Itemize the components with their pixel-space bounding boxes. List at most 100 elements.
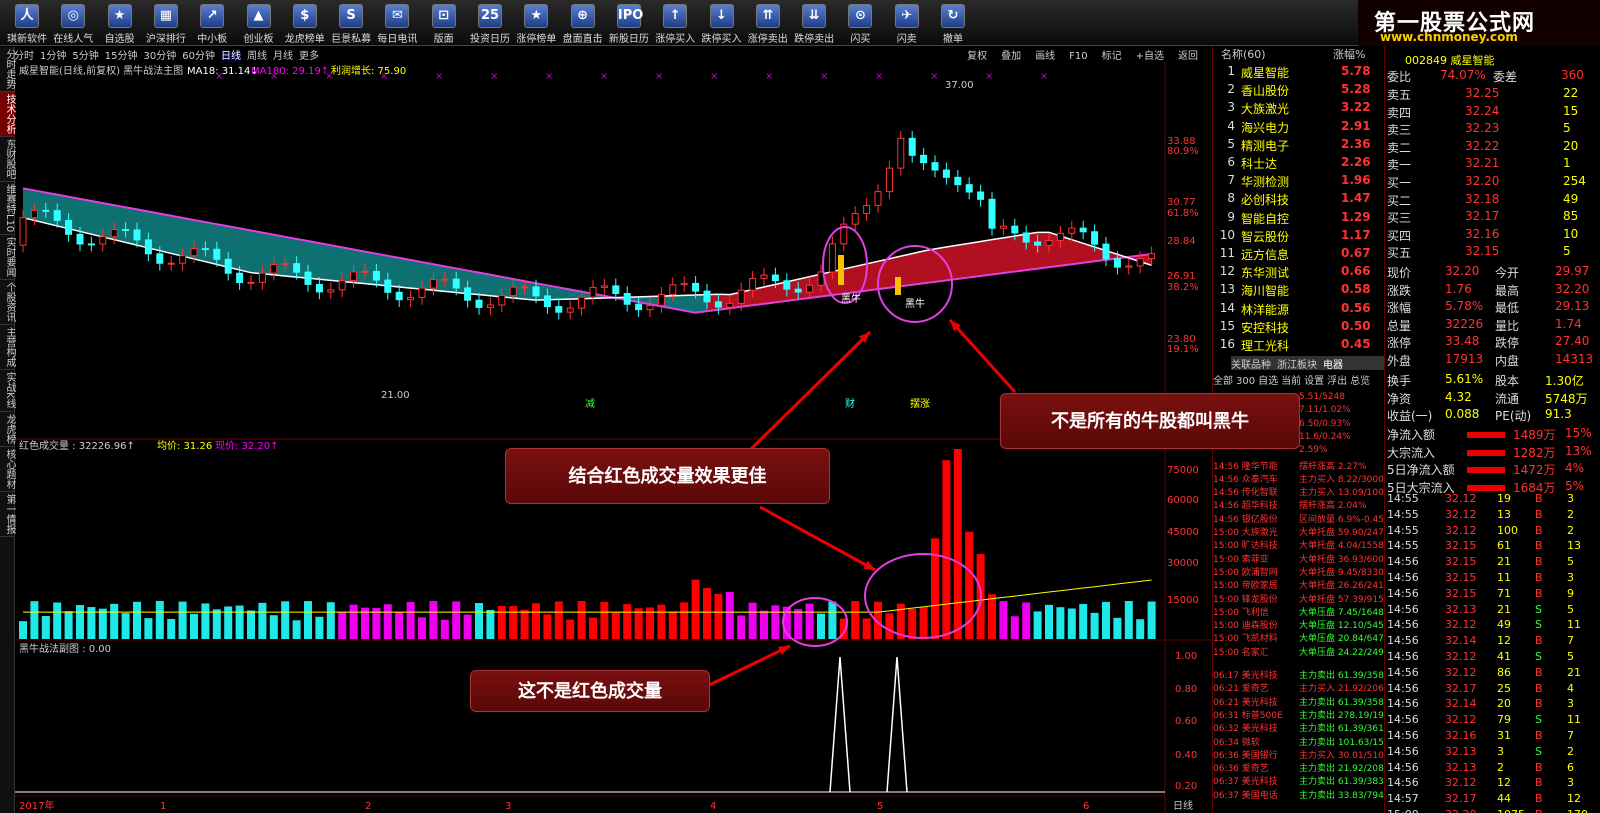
period-tab-8[interactable]: 月线 [273,51,293,62]
subtab-0[interactable]: 全部 [1213,376,1233,387]
toolbar-button-7[interactable]: S 巨景私募 [328,2,374,45]
period-tab-5[interactable]: 60分钟 [182,51,215,62]
leftnav-item-0[interactable]: 分时走势 [0,47,15,92]
period-tab-2[interactable]: 5分钟 [72,51,98,62]
subtab-6[interactable]: 总览 [1350,376,1370,387]
news-desc: 11.6/0.24% [1299,431,1351,442]
chart-tool-4[interactable]: 标记 [1102,51,1122,62]
header-change[interactable]: 涨幅% [1333,46,1365,62]
volume-bar [748,602,757,639]
stat-row-cell: 总量 [1387,318,1412,333]
leftnav-item-2[interactable]: 东财股吧 [0,137,15,182]
stat-row: 总量 32226 量比 1.74 [1385,317,1600,335]
toolbar-button-17[interactable]: ⇊ 跌停卖出 [791,2,837,45]
toolbar-button-18[interactable]: ⊙ 闪买 [837,2,883,45]
leftnav-item-10[interactable]: 第一情报 [0,492,15,537]
stock-no: 13 [1219,282,1235,297]
stock-title: 威星智能(日线,前复权) 黑牛战法主图 [19,64,183,77]
leftnav-item-7[interactable]: 实战K线 [0,370,15,412]
leftnav-item-9[interactable]: 核心题材 [0,447,15,492]
list-tab-0[interactable]: 关联品种 [1231,360,1271,371]
tick-cell: 14:56 [1387,618,1419,632]
period-tab-7[interactable]: 周线 [247,51,267,62]
leftnav-item-4[interactable]: 实时要闻 [0,235,15,281]
period-tab-4[interactable]: 30分钟 [143,51,176,62]
toolbar-button-11[interactable]: ★ 涨停榜单 [513,2,559,45]
toolbar-button-6[interactable]: $ 龙虎榜单 [282,2,328,45]
stock-row[interactable]: 5 精测电子 2.36 [1217,137,1383,155]
stock-row[interactable]: 3 大族激光 3.22 [1217,100,1383,118]
volume-bar [190,613,198,639]
news-row: 15:00 锋龙股份 大单托盘 57.39/915 [1213,592,1385,605]
stock-row[interactable]: 7 华测检测 1.96 [1217,173,1383,191]
list-tab-1[interactable]: 浙江板块 [1277,360,1317,371]
toolbar-button-12[interactable]: ⊕ 盘面直击 [560,2,606,45]
toolbar-button-9[interactable]: ⊡ 版面 [421,2,467,45]
top-mark-1: × [270,71,278,82]
stock-row[interactable]: 11 远方信息 0.67 [1217,246,1383,264]
stock-row[interactable]: 6 科士达 2.26 [1217,155,1383,173]
stock-name: 科士达 [1241,157,1278,171]
stock-row[interactable]: 4 海兴电力 2.91 [1217,119,1383,137]
chart-tool-5[interactable]: +自选 [1136,51,1164,62]
toolbar-button-13[interactable]: IPO 新股日历 [606,2,652,45]
volume-bar [532,603,540,639]
subtab-3[interactable]: 当前 [1281,376,1301,387]
toolbar-button-16[interactable]: ⇈ 涨停卖出 [745,2,791,45]
toolbar-button-3[interactable]: ▦ 沪深排行 [143,2,189,45]
subtab-5[interactable]: 浮出 [1327,376,1347,387]
toolbar-button-20[interactable]: ↻ 撤单 [930,2,976,45]
chart-tool-3[interactable]: F10 [1069,51,1087,62]
chart-tool-0[interactable]: 复权 [967,51,987,62]
top-mark-5: × [490,71,498,82]
toolbar-button-4[interactable]: ↗ 中小板 [189,2,235,45]
toolbar-button-15[interactable]: ↓ 跌停买入 [699,2,745,45]
toolbar-button-19[interactable]: ✈ 闪卖 [884,2,930,45]
subtab-4[interactable]: 设置 [1304,376,1324,387]
volume-bar [304,601,312,639]
period-tab-3[interactable]: 15分钟 [105,51,138,62]
toolbar-button-0[interactable]: 人琪新软件 [4,2,50,45]
leftnav-item-5[interactable]: 个股资讯 [0,280,15,326]
volume-bar [372,608,381,639]
chart-tool-1[interactable]: 叠加 [1001,51,1021,62]
period-tab-9[interactable]: 更多 [299,51,319,62]
stock-row[interactable]: 14 林洋能源 0.56 [1217,301,1383,319]
leftnav-item-6[interactable]: 主营构成 [0,325,15,371]
stock-row[interactable]: 1 威星智能 5.78 [1217,64,1383,82]
toolbar-button-8[interactable]: ✉ 每日电讯 [374,2,420,45]
stock-row[interactable]: 10 智云股份 1.17 [1217,228,1383,246]
volume-bar [121,613,130,639]
list-tab-2[interactable]: 电器 [1323,360,1343,371]
stock-row[interactable]: 16 理工光科 0.45 [1217,337,1383,355]
tick-cell: 32.17 [1445,681,1477,695]
period-tab-1[interactable]: 1分钟 [40,51,66,62]
toolbar-button-14[interactable]: ↑ 涨停买入 [652,2,698,45]
toolbar-button-5[interactable]: ▲ 创业板 [236,2,282,45]
leftnav-item-8[interactable]: 龙虎榜 [0,412,15,447]
period-tab-6[interactable]: 日线 [220,51,241,62]
header-name[interactable]: 名称(60) [1221,48,1266,61]
stock-row[interactable]: 13 海川智能 0.58 [1217,282,1383,300]
chart-tool-6[interactable]: 返回 [1178,51,1198,62]
tick-cell: 14:56 [1387,713,1419,727]
leftnav-item-1[interactable]: 技术分析 [0,92,15,137]
stat-row-cell: 32226 [1445,316,1484,331]
chart-tool-2[interactable]: 画线 [1035,51,1055,62]
leftnav-item-3[interactable]: 维赛特L10 [0,182,15,236]
toolbar-button-1[interactable]: ◎ 在线人气 [50,2,96,45]
period-tab-0[interactable]: 分时 [14,51,34,62]
candle [201,248,209,251]
stock-row[interactable]: 15 安控科技 0.50 [1217,319,1383,337]
stock-row[interactable]: 8 必创科技 1.47 [1217,191,1383,209]
subtab-1[interactable]: 300 [1236,376,1255,387]
stock-row[interactable]: 12 东华测试 0.66 [1217,264,1383,282]
toolbar-button-10[interactable]: 25 投资日历 [467,2,513,45]
subtab-2[interactable]: 自选 [1258,376,1278,387]
candle [53,210,61,221]
stock-row[interactable]: 2 香山股份 5.28 [1217,82,1383,100]
news-stock: 15:00 飞利信 [1213,607,1269,618]
stock-row[interactable]: 9 智能自控 1.29 [1217,210,1383,228]
news2-row: 06:31 标普500E 主力卖出 278.19/19120 [1213,708,1385,721]
toolbar-button-2[interactable]: ★ 自选股 [97,2,143,45]
